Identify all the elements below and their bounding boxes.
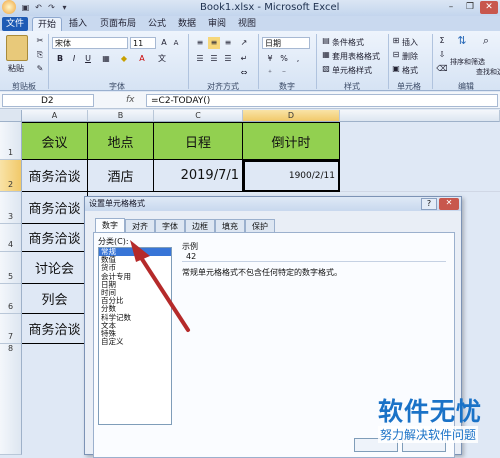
watermark-brand: 软件无忧 [378,397,483,426]
annotation-arrow-icon [130,240,190,332]
watermark-tagline: 努力解决软件问题 [378,426,479,443]
